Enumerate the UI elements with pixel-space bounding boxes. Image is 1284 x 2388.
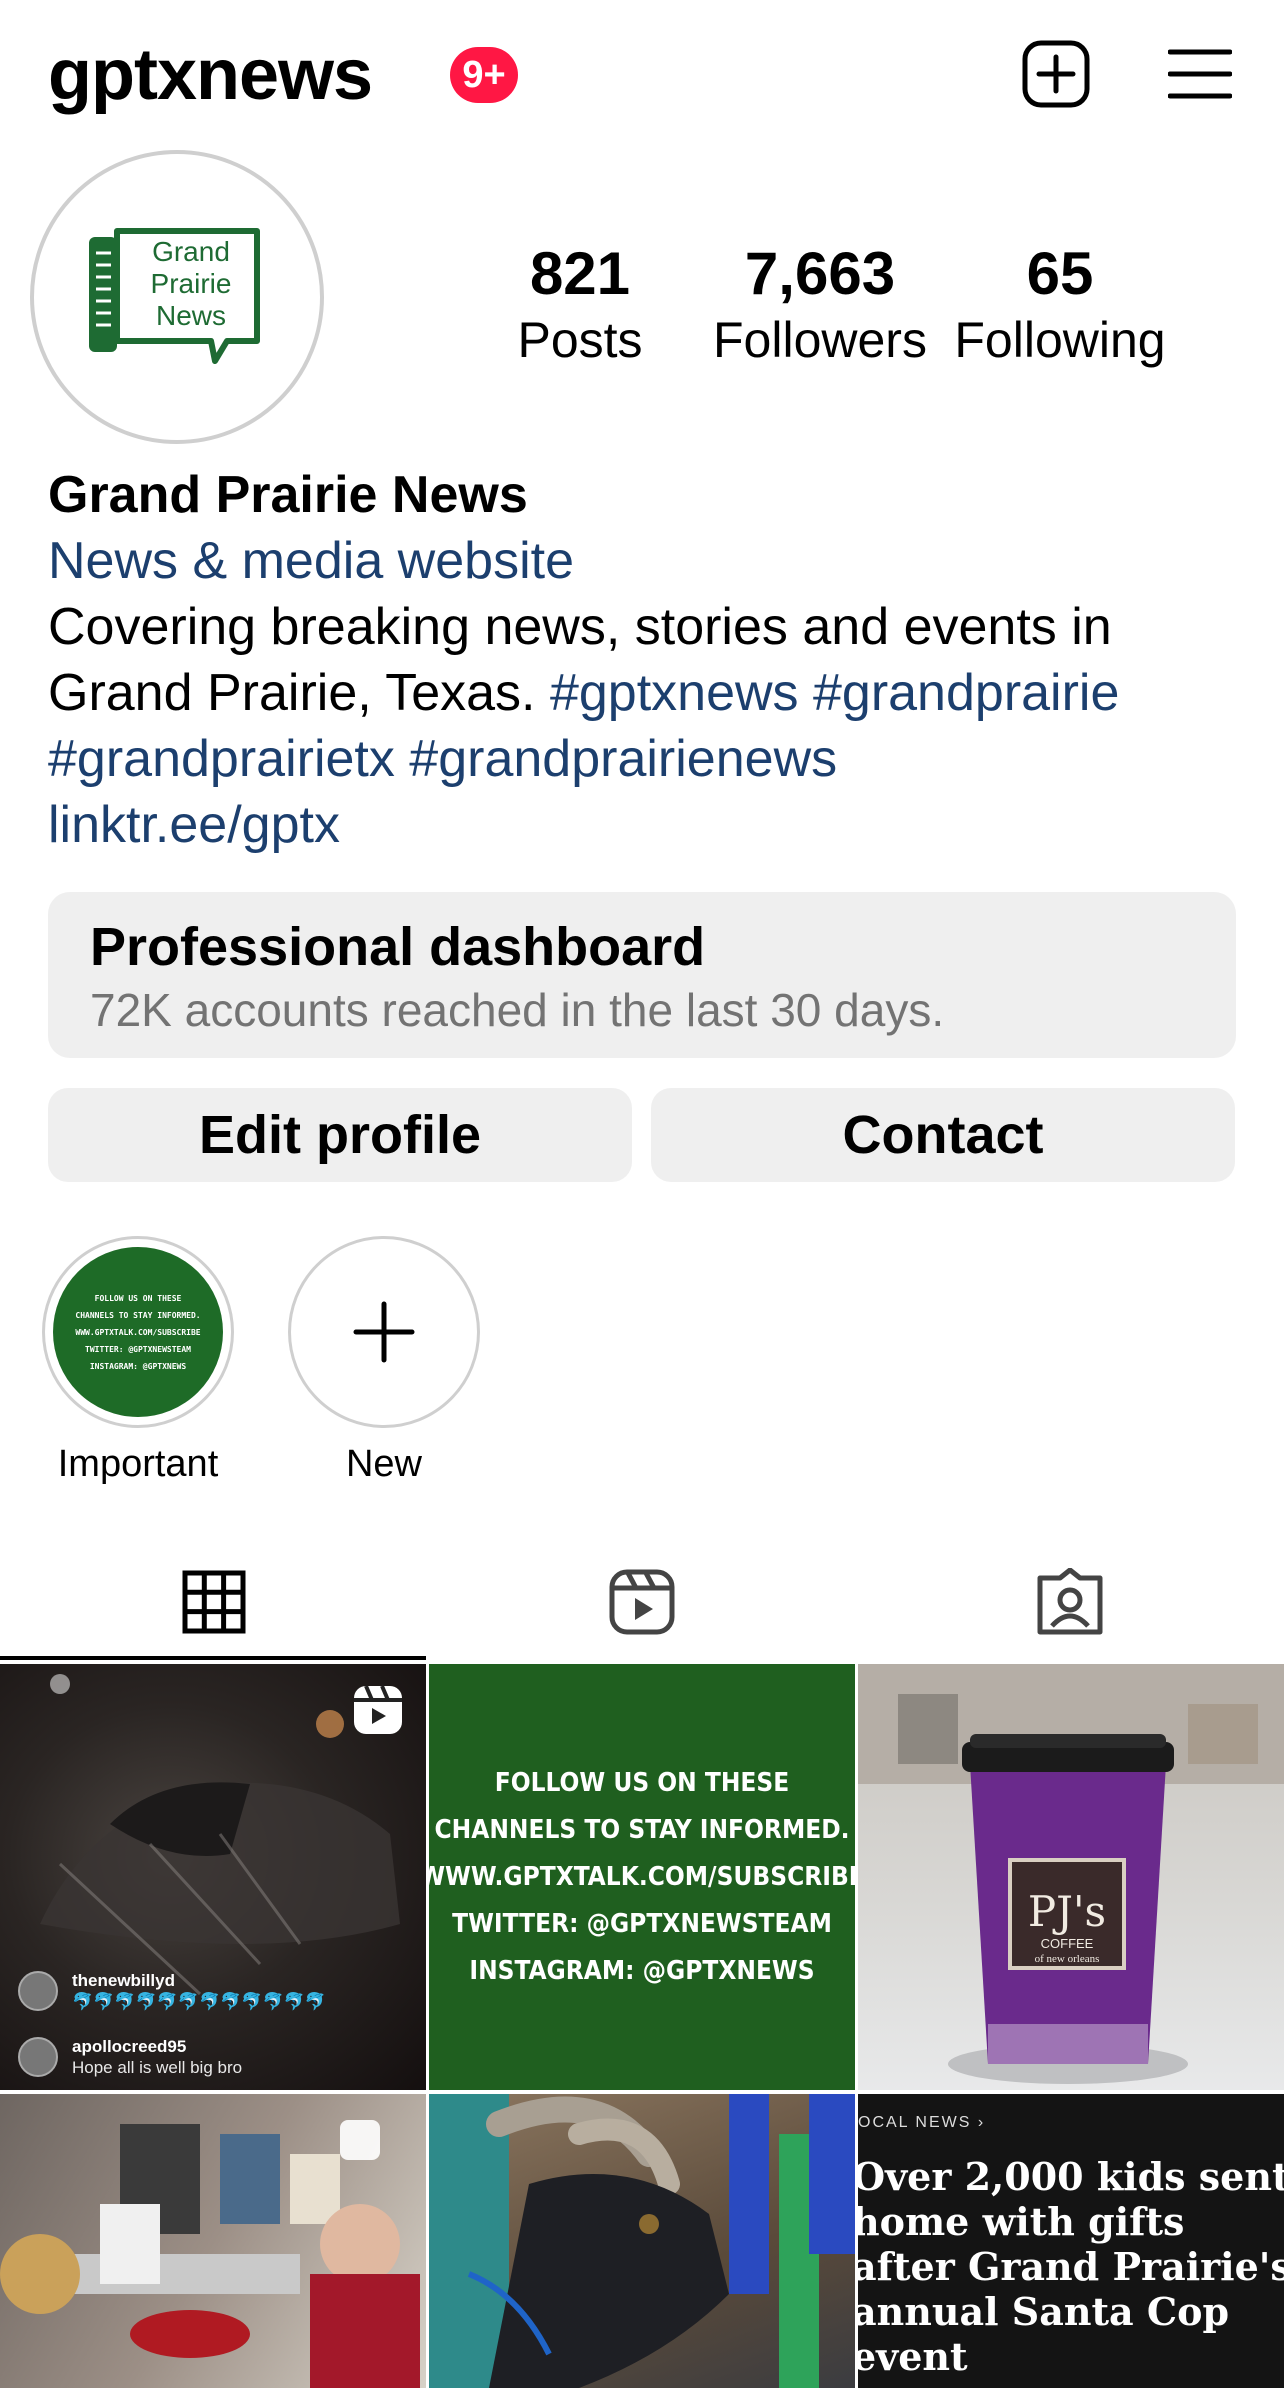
post-thumbnail[interactable]: thenewbillyd 🐬🐬🐬🐬🐬🐬🐬🐬🐬🐬🐬🐬 apollocreed95 … <box>0 1664 426 2090</box>
comment-text: Hope all is well big bro <box>72 2058 243 2077</box>
bio-line-2: Grand Prairie, Texas. #gptxnews #grandpr… <box>48 660 1248 726</box>
comment-text: 🐬🐬🐬🐬🐬🐬🐬🐬🐬🐬🐬🐬 <box>72 1992 327 2011</box>
bio-hashtags-2[interactable]: #grandprairietx #grandprairienews <box>48 726 1248 792</box>
highlight-cover: FOLLOW US ON THESE CHANNELS TO STAY INFOR… <box>42 1236 234 1428</box>
grand-prairie-news-logo: Grand Prairie News <box>89 228 260 364</box>
profile-link[interactable]: linktr.ee/gptx <box>48 792 1248 858</box>
stat-following[interactable]: 65 Following <box>950 238 1170 370</box>
highlight-cover-line: INSTAGRAM: @GPTXNEWS <box>89 1361 187 1371</box>
tagged-icon <box>1037 1568 1103 1635</box>
comment-username: apollocreed95 <box>72 2037 187 2056</box>
dashboard-title: Professional dashboard <box>90 917 706 977</box>
bio-hashtags-1[interactable]: #gptxnews #grandprairie <box>550 664 1119 722</box>
profile-header: gptxnews 9+ <box>0 0 1284 150</box>
follow-us-line: CHANNELS TO STAY INFORMED. <box>434 1814 850 1845</box>
profile-category: News & media website <box>48 532 574 590</box>
news-kicker: OCAL NEWS › <box>858 2114 986 2131</box>
post-thumbnail[interactable] <box>429 2094 855 2388</box>
follow-us-graphic: FOLLOW US ON THESE CHANNELS TO STAY INFOR… <box>429 1760 855 1995</box>
post-thumbnail[interactable]: OCAL NEWS › Over 2,000 kids sent home wi… <box>858 2094 1284 2388</box>
tab-tagged[interactable] <box>856 1544 1284 1660</box>
follow-us-line: FOLLOW US ON THESE <box>494 1767 790 1798</box>
avatar <box>18 2037 58 2077</box>
follow-us-line: WWW.GPTXTALK.COM/SUBSCRIBE <box>429 1861 855 1892</box>
cup-sub2-text: of new orleans <box>1035 1953 1100 1965</box>
plus-icon <box>353 1301 415 1363</box>
highlight-cover-line: FOLLOW US ON THESE <box>94 1293 182 1303</box>
avatar <box>18 1971 58 2011</box>
stat-posts[interactable]: 821 Posts <box>500 238 660 370</box>
stat-followers[interactable]: 7,663 Followers <box>710 238 930 370</box>
profile-bio: Grand Prairie News News & media website … <box>48 462 1248 858</box>
bio-line-1: Covering breaking news, stories and even… <box>48 598 1112 656</box>
cup-brand-text: PJ's <box>1028 1887 1106 1936</box>
reels-icon <box>609 1569 675 1635</box>
comment-overlay: thenewbillyd 🐬🐬🐬🐬🐬🐬🐬🐬🐬🐬🐬🐬 <box>18 1970 326 2012</box>
logo-text: Prairie <box>151 268 232 299</box>
logo-text: News <box>156 300 226 331</box>
highlight-label: Important <box>57 1443 219 1485</box>
news-headline: Over 2,000 kids sent home with gifts aft… <box>858 2154 1284 2379</box>
reel-icon <box>352 1684 404 1736</box>
cup-sub-text: COFFEE <box>1041 1936 1094 1951</box>
comment-overlay: apollocreed95 Hope all is well big bro <box>18 2036 242 2078</box>
post-thumbnail[interactable] <box>0 2094 426 2388</box>
username-title[interactable]: gptxnews <box>48 30 373 120</box>
highlight-cover-line: CHANNELS TO STAY INFORMED. <box>75 1310 201 1320</box>
logo-text: Grand <box>152 236 230 267</box>
notification-badge[interactable]: 9+ <box>450 47 518 103</box>
edit-profile-button[interactable]: Edit profile <box>48 1088 632 1182</box>
highlight-label: New <box>345 1443 423 1485</box>
coffee-cup-image: PJ's COFFEE of new orleans <box>858 1664 1284 2084</box>
profile-avatar[interactable]: Grand Prairie News <box>30 150 324 444</box>
hamburger-menu-icon[interactable] <box>1162 36 1238 112</box>
comment-username: thenewbillyd <box>72 1971 175 1990</box>
grid-icon <box>182 1570 246 1634</box>
contact-button[interactable]: Contact <box>651 1088 1235 1182</box>
new-highlight-circle <box>288 1236 480 1428</box>
tab-reels[interactable] <box>428 1544 856 1660</box>
highlight-cover-art: FOLLOW US ON THESE CHANNELS TO STAY INFOR… <box>53 1247 223 1417</box>
goat-image <box>429 2094 855 2388</box>
follow-us-line: INSTAGRAM: @GPTXNEWS <box>469 1955 815 1986</box>
bio-location-text: Grand Prairie, Texas. <box>48 664 536 722</box>
highlight-new[interactable]: New <box>288 1236 480 1488</box>
multi-photo-icon <box>340 2120 380 2160</box>
following-count: 65 <box>1026 240 1094 307</box>
tab-posts[interactable] <box>0 1544 428 1660</box>
profile-name: Grand Prairie News <box>48 466 528 524</box>
followers-label: Followers <box>713 312 927 368</box>
followers-count: 7,663 <box>744 240 896 307</box>
highlight-cover-line: TWITTER: @GPTXNEWSTEAM <box>85 1344 191 1354</box>
active-tab-indicator <box>0 1656 426 1660</box>
profile-tabs <box>0 1544 1284 1660</box>
posts-grid: thenewbillyd 🐬🐬🐬🐬🐬🐬🐬🐬🐬🐬🐬🐬 apollocreed95 … <box>0 1664 1284 2388</box>
dashboard-subtitle: 72K accounts reached in the last 30 days… <box>90 984 945 1036</box>
post-thumbnail[interactable]: FOLLOW US ON THESE CHANNELS TO STAY INFOR… <box>429 1664 855 2090</box>
follow-us-line: TWITTER: @GPTXNEWSTEAM <box>452 1908 832 1939</box>
professional-dashboard[interactable]: Professional dashboard 72K accounts reac… <box>48 892 1236 1058</box>
posts-label: Posts <box>517 312 643 368</box>
plus-square-icon[interactable] <box>1018 36 1094 112</box>
following-label: Following <box>954 312 1166 368</box>
highlight-important[interactable]: FOLLOW US ON THESE CHANNELS TO STAY INFOR… <box>42 1236 234 1488</box>
highlight-cover-line: WWW.GPTXTALK.COM/SUBSCRIBE <box>75 1327 201 1337</box>
posts-count: 821 <box>529 240 631 307</box>
post-thumbnail[interactable]: PJ's COFFEE of new orleans <box>858 1664 1284 2090</box>
